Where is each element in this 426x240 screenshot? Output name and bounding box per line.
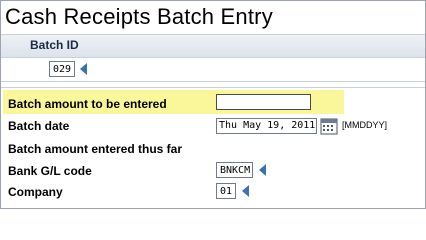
batch-id-prompt-icon[interactable]	[80, 63, 87, 75]
batch-id-column-header: Batch ID	[30, 38, 79, 52]
batch-date-label: Batch date	[8, 119, 70, 133]
bank-gl-code-label: Bank G/L code	[8, 164, 92, 178]
batch-row-divider	[1, 81, 425, 82]
company-field[interactable]: 01	[216, 183, 236, 199]
calendar-icon[interactable]	[320, 117, 338, 135]
batch-id-field[interactable]: 029	[49, 61, 75, 77]
window-frame: Cash Receipts Batch Entry Batch ID 029 B…	[0, 0, 426, 209]
batch-amount-input[interactable]	[216, 94, 311, 110]
company-label: Company	[8, 185, 63, 199]
bank-gl-code-field[interactable]: BNKCM	[216, 162, 253, 178]
window-title: Cash Receipts Batch Entry	[5, 4, 273, 29]
company-prompt-icon[interactable]	[242, 185, 249, 197]
date-format-hint: [MMDDYY]	[342, 120, 387, 130]
batch-amount-label: Batch amount to be entered	[8, 97, 167, 111]
batch-date-input[interactable]: Thu May 19, 2011	[216, 118, 317, 134]
form-divider	[1, 87, 425, 88]
bank-gl-prompt-icon[interactable]	[259, 164, 266, 176]
amount-entered-label: Batch amount entered thus far	[8, 142, 183, 156]
